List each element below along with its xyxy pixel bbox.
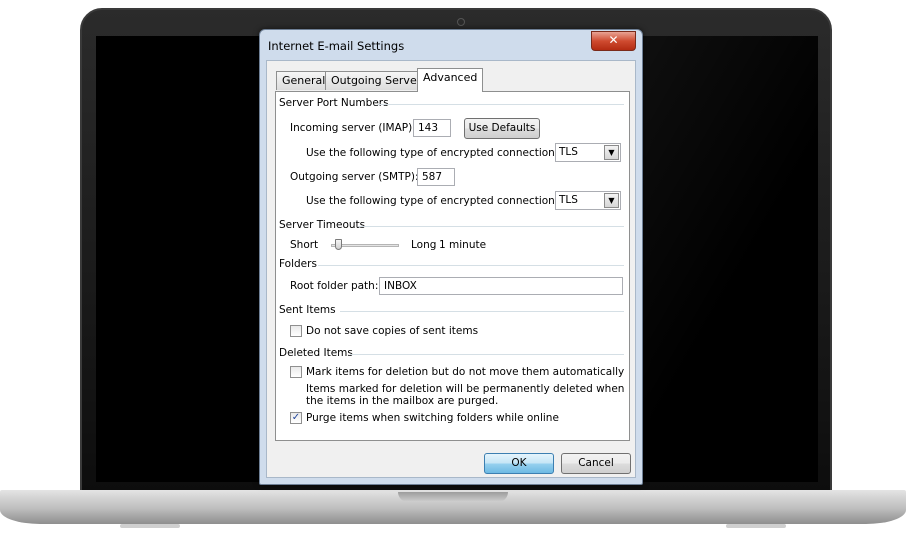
purge-items-label[interactable]: Purge items when switching folders while… xyxy=(306,412,559,424)
outgoing-encryption-select[interactable]: TLS ▼ xyxy=(555,191,621,210)
do-not-save-checkbox[interactable] xyxy=(290,325,302,337)
deletion-note-line2: the items in the mailbox are purged. xyxy=(306,395,499,407)
mark-for-deletion-checkbox[interactable] xyxy=(290,366,302,378)
deletion-note-line1: Items marked for deletion will be perman… xyxy=(306,383,625,395)
use-defaults-button[interactable]: Use Defaults xyxy=(464,118,540,139)
group-divider xyxy=(350,354,624,355)
tab-advanced[interactable]: Advanced xyxy=(417,68,484,92)
outgoing-port-field[interactable]: 587 xyxy=(417,168,455,186)
chevron-down-icon[interactable]: ▼ xyxy=(604,145,619,160)
checkmark-icon: ✓ xyxy=(291,412,301,423)
close-icon: ✕ xyxy=(608,33,619,47)
close-button[interactable]: ✕ xyxy=(591,31,636,51)
ok-button[interactable]: OK xyxy=(484,453,554,474)
purge-items-checkbox[interactable]: ✓ xyxy=(290,412,302,424)
tab-general[interactable]: General xyxy=(276,71,332,90)
tab-outgoing-server[interactable]: Outgoing Server xyxy=(325,71,428,90)
incoming-server-label: Incoming server (IMAP): xyxy=(290,122,416,134)
group-deleted-items: Deleted Items xyxy=(279,347,353,359)
incoming-encryption-select[interactable]: TLS ▼ xyxy=(555,143,621,162)
advanced-tab-panel: Server Port Numbers Incoming server (IMA… xyxy=(275,91,630,441)
timeout-value-label: 1 minute xyxy=(439,239,487,251)
incoming-encryption-value: TLS xyxy=(559,146,578,158)
group-server-timeouts: Server Timeouts xyxy=(279,219,366,231)
timeout-slider-thumb[interactable] xyxy=(335,239,342,250)
chevron-down-icon[interactable]: ▼ xyxy=(604,193,619,208)
do-not-save-label[interactable]: Do not save copies of sent items xyxy=(306,325,478,337)
root-folder-label: Root folder path: xyxy=(290,280,379,292)
timeout-short-label: Short xyxy=(290,239,319,251)
outgoing-encryption-label: Use the following type of encrypted conn… xyxy=(306,195,559,207)
group-folders: Folders xyxy=(279,258,317,270)
cancel-button[interactable]: Cancel xyxy=(561,453,631,474)
incoming-port-field[interactable]: 143 xyxy=(413,119,451,137)
dialog-client-area: General Outgoing Server Advanced Server … xyxy=(266,60,636,478)
group-server-port-numbers: Server Port Numbers xyxy=(279,97,389,109)
webcam xyxy=(457,18,465,26)
group-sent-items: Sent Items xyxy=(279,304,336,316)
root-folder-field[interactable]: INBOX xyxy=(379,277,623,295)
group-divider xyxy=(318,265,624,266)
internet-email-settings-dialog: Internet E-mail Settings ✕ General Outgo… xyxy=(259,29,643,485)
dialog-title: Internet E-mail Settings xyxy=(268,39,405,53)
timeout-long-label: Long xyxy=(411,239,437,251)
laptop-foot-right xyxy=(726,524,786,528)
group-divider xyxy=(378,104,624,105)
group-divider xyxy=(340,311,624,312)
outgoing-encryption-value: TLS xyxy=(559,194,578,206)
dialog-titlebar[interactable]: Internet E-mail Settings ✕ xyxy=(260,30,642,58)
outgoing-server-label: Outgoing server (SMTP): xyxy=(290,171,419,183)
group-divider xyxy=(358,226,624,227)
incoming-encryption-label: Use the following type of encrypted conn… xyxy=(306,147,559,159)
mark-for-deletion-label[interactable]: Mark items for deletion but do not move … xyxy=(306,366,624,378)
laptop-notch xyxy=(398,492,508,502)
laptop-foot-left xyxy=(120,524,180,528)
